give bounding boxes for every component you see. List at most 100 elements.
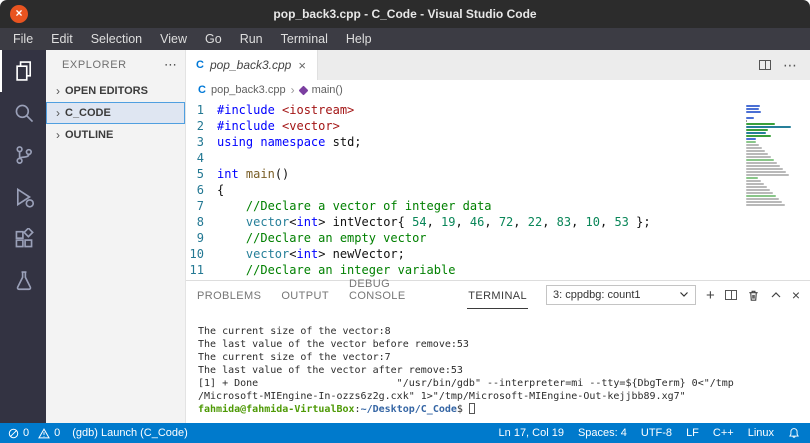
terminal-content[interactable]: The current size of the vector:8 The last… — [186, 309, 810, 423]
menu-bar: File Edit Selection View Go Run Terminal Help — [0, 28, 810, 50]
tab-label: pop_back3.cpp — [209, 58, 292, 72]
breadcrumb: pop_back3.cpp › main() — [186, 80, 810, 100]
section-label: OPEN EDITORS — [65, 85, 148, 97]
debug-launch-status[interactable]: (gdb) Launch (C_Code) — [72, 427, 188, 439]
status-item-linux[interactable]: Linux — [748, 427, 774, 439]
chevron-collapsed-icon: › — [56, 84, 60, 98]
terminal-line: [1] + Done "/usr/bin/gdb" --interpreter=… — [198, 378, 734, 389]
menu-help[interactable]: Help — [337, 28, 381, 50]
code-editor[interactable]: 1 #include <iostream> 2 #include <vector> 3 u… — [186, 100, 810, 280]
minimap[interactable] — [746, 105, 798, 207]
breadcrumb-symbol[interactable]: main() — [312, 84, 343, 96]
chevron-collapsed-icon: › — [56, 128, 60, 142]
editor-area: pop_back3.cpp × ⋯ pop_back3.cpp › main()… — [185, 50, 810, 423]
line-number: 11 — [189, 263, 204, 277]
section-label: C_CODE — [65, 107, 111, 119]
menu-edit[interactable]: Edit — [42, 28, 82, 50]
notifications-bell-icon[interactable] — [788, 427, 800, 439]
terminal-line: The last value of the vector after remov… — [198, 365, 463, 376]
menu-run[interactable]: Run — [231, 28, 272, 50]
sidebar-section-c_code[interactable]: › C_CODE — [46, 102, 185, 124]
error-count: 0 — [23, 427, 30, 439]
terminal-line: The last value of the vector before remo… — [198, 339, 469, 350]
chevron-down-icon — [679, 289, 689, 301]
menu-file[interactable]: File — [4, 28, 42, 50]
panel-tab-output[interactable]: OUTPUT — [280, 283, 330, 309]
status-item-spaces-4[interactable]: Spaces: 4 — [578, 427, 627, 439]
editor-more-actions-icon[interactable]: ⋯ — [783, 57, 798, 74]
line-number: 8 — [196, 215, 204, 229]
cpp-file-icon — [196, 59, 204, 71]
terminal-line: fahmida@fahmida-VirtualBox:~/Desktop/C_C… — [198, 403, 798, 416]
breadcrumb-file[interactable]: pop_back3.cpp — [211, 84, 286, 96]
code-line: 7 //Declare a vector of integer data — [186, 198, 810, 214]
terminal-cursor — [468, 403, 475, 414]
menu-view[interactable]: View — [151, 28, 196, 50]
status-item-lf[interactable]: LF — [686, 427, 699, 439]
code-line: 8 vector<int> intVector{ 54, 19, 46, 72,… — [186, 214, 810, 230]
code-line: 2 #include <vector> — [186, 118, 810, 134]
title-bar: × pop_back3.cpp - C_Code - Visual Studio… — [0, 0, 810, 28]
explorer-sidebar: EXPLORER ⋯ › OPEN EDITORS › C_CODE › OUTLINE — [46, 50, 185, 423]
line-number: 2 — [196, 119, 204, 133]
line-number: 1 — [196, 103, 204, 117]
section-label: OUTLINE — [65, 129, 114, 141]
extensions-icon[interactable] — [0, 218, 46, 260]
code-line: 4 — [186, 150, 810, 166]
run-debug-icon[interactable] — [0, 176, 46, 218]
code-line: 1 #include <iostream> — [186, 102, 810, 118]
cpp-file-icon — [198, 84, 206, 96]
sidebar-sections: › OPEN EDITORS › C_CODE › OUTLINE — [46, 80, 185, 146]
panel-tab-terminal[interactable]: TERMINAL — [467, 283, 529, 309]
bottom-panel: PROBLEMS OUTPUT DEBUG CONSOLE TERMINAL 3: c… — [186, 278, 810, 423]
menu-go[interactable]: Go — [196, 28, 231, 50]
explorer-icon[interactable] — [0, 50, 46, 92]
line-number: 7 — [196, 199, 204, 213]
line-number: 5 — [196, 167, 204, 181]
line-number: 4 — [196, 151, 204, 165]
line-number: 12 — [186, 278, 204, 280]
source-control-icon[interactable] — [0, 134, 46, 176]
menu-terminal[interactable]: Terminal — [272, 28, 337, 50]
close-panel-icon[interactable]: × — [792, 288, 800, 302]
code-line: 9 //Declare an empty vector — [186, 230, 810, 246]
kill-terminal-icon[interactable] — [747, 289, 760, 302]
testing-icon[interactable] — [0, 260, 46, 302]
terminal-line: The current size of the vector:7 — [198, 352, 391, 363]
new-terminal-icon[interactable]: + — [706, 288, 715, 303]
line-number: 9 — [196, 231, 204, 245]
line-number: 10 — [189, 247, 204, 261]
status-item-c-[interactable]: C++ — [713, 427, 734, 439]
status-item-ln-17-col-19[interactable]: Ln 17, Col 19 — [499, 427, 564, 439]
search-icon[interactable] — [0, 92, 46, 134]
terminal-session-value: 3: cppdbg: count1 — [553, 289, 641, 301]
sidebar-section-open-editors[interactable]: › OPEN EDITORS — [46, 80, 185, 102]
status-bar-right: Ln 17, Col 19 Spaces: 4 UTF-8 LF C++ Linux — [499, 427, 800, 439]
line-number: 6 — [196, 183, 204, 197]
warning-icon — [38, 427, 51, 439]
close-window-button[interactable]: × — [10, 5, 28, 23]
status-bar: 0 0 (gdb) Launch (C_Code) Ln 17, Col 19 S… — [0, 423, 810, 443]
code-line: 11 //Declare an integer variable — [186, 262, 810, 278]
split-editor-icon[interactable] — [759, 60, 771, 70]
problems-status[interactable]: 0 0 — [8, 427, 60, 439]
line-number: 3 — [196, 135, 204, 149]
sidebar-more-actions-icon[interactable]: ⋯ — [164, 57, 177, 73]
sidebar-section-outline[interactable]: › OUTLINE — [46, 124, 185, 146]
status-item-utf-8[interactable]: UTF-8 — [641, 427, 672, 439]
window-title: pop_back3.cpp - C_Code - Visual Studio C… — [273, 7, 537, 21]
maximize-panel-icon[interactable] — [770, 290, 782, 300]
tab-pop_back3-cpp[interactable]: pop_back3.cpp × — [186, 50, 318, 80]
panel-tab-problems[interactable]: PROBLEMS — [196, 283, 262, 309]
method-symbol-icon — [298, 85, 309, 95]
activity-bar — [0, 50, 46, 423]
workbench: EXPLORER ⋯ › OPEN EDITORS › C_CODE › OUTLINE … — [0, 50, 810, 423]
split-terminal-icon[interactable] — [724, 290, 737, 300]
menu-selection[interactable]: Selection — [82, 28, 151, 50]
chevron-right-icon: › — [290, 83, 295, 97]
terminal-session-dropdown[interactable]: 3: cppdbg: count1 — [546, 285, 697, 305]
panel-tabs: PROBLEMS OUTPUT DEBUG CONSOLE TERMINAL — [196, 278, 546, 309]
warning-count: 0 — [54, 427, 61, 439]
error-icon — [8, 428, 19, 439]
tab-close-icon[interactable]: × — [297, 58, 307, 73]
